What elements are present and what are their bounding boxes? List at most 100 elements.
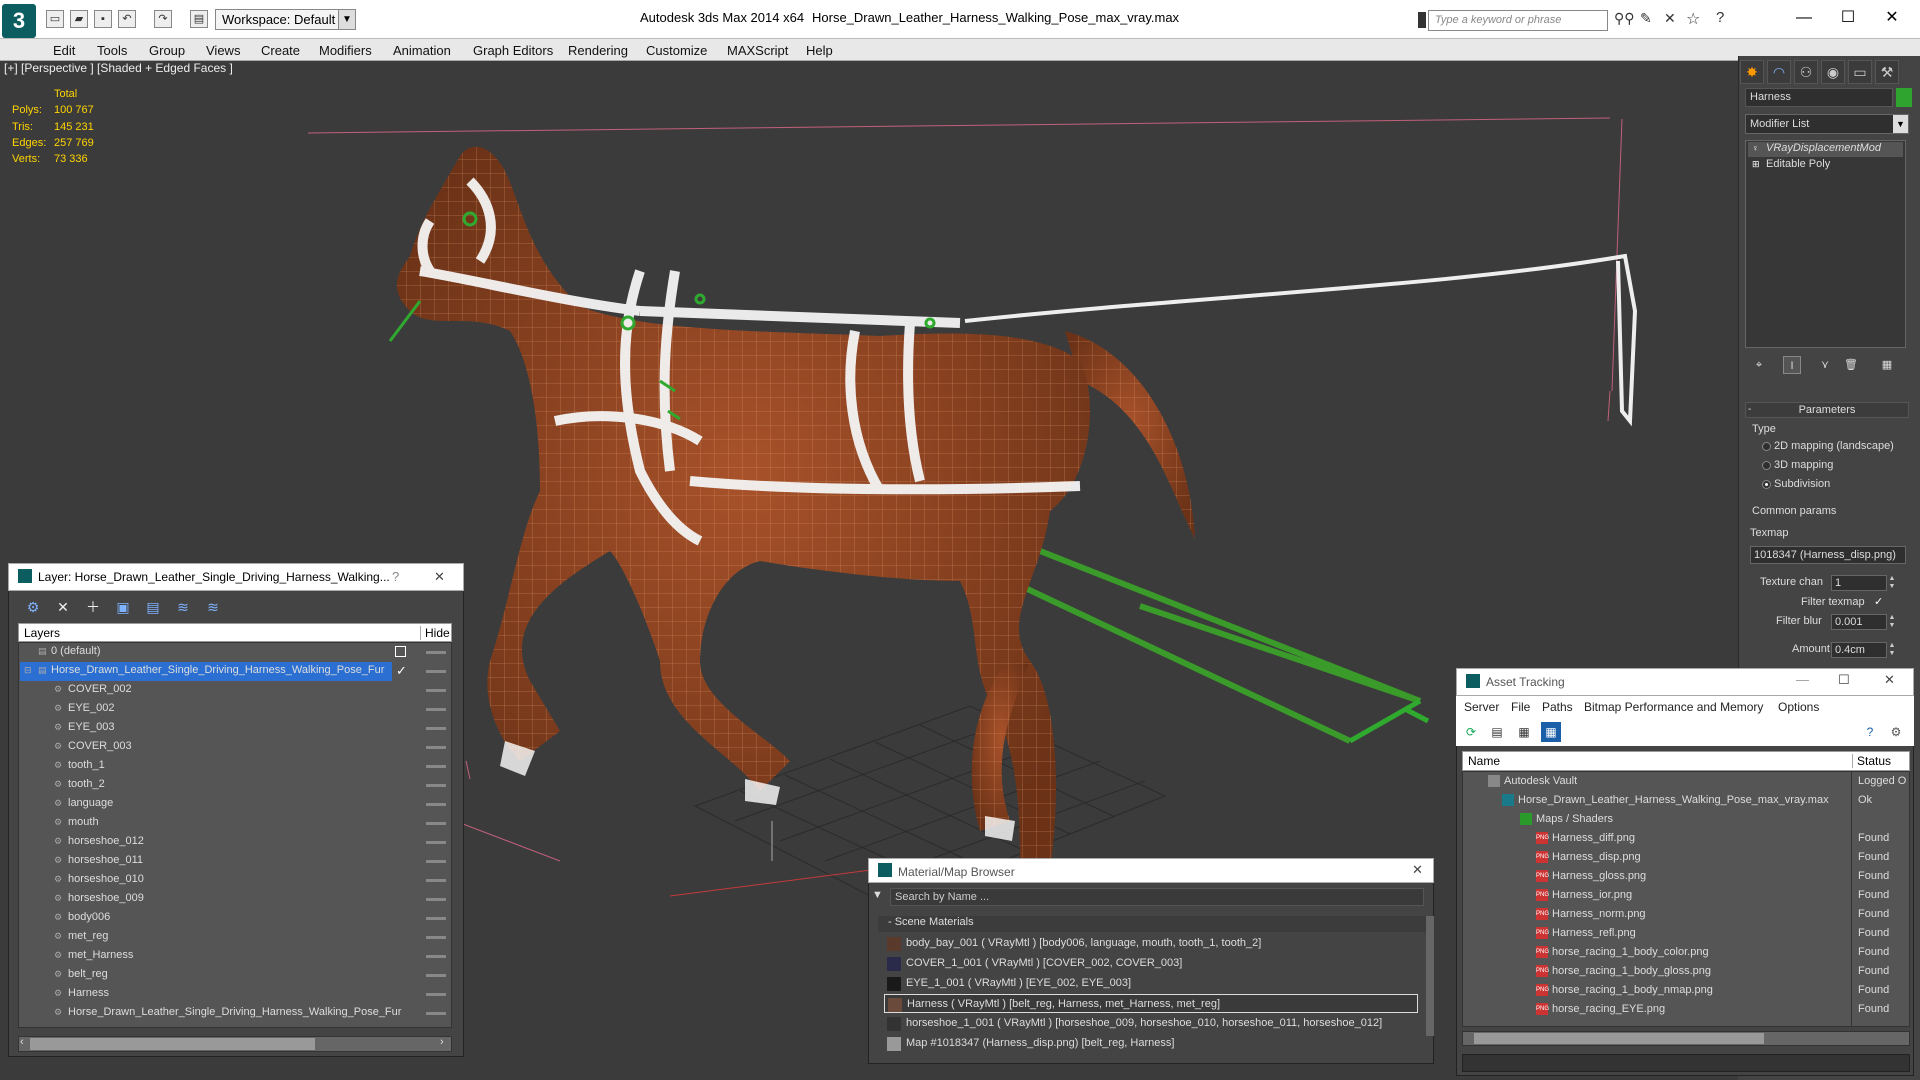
hierarchy-tab-icon[interactable]: ⚇ — [1794, 60, 1818, 84]
filter-blur-field[interactable]: 0.001 — [1831, 614, 1887, 630]
asset-menu-server[interactable]: Server — [1464, 700, 1499, 714]
workspace-select[interactable]: Workspace: Default — [215, 9, 355, 30]
parameters-rollout[interactable]: Parameters — [1745, 402, 1909, 418]
show-end-result-icon[interactable]: I — [1783, 356, 1801, 374]
stack-item-vraydisplacementmod[interactable]: VRayDisplacementMod — [1748, 142, 1903, 157]
asset-name-column[interactable]: Name — [1468, 754, 1500, 768]
hide-toggle[interactable]: ▬▬ — [426, 836, 446, 847]
layer-object-row[interactable]: ⚙ COVER_003 ▬▬ — [20, 738, 450, 757]
material-scrollbar[interactable] — [1426, 916, 1434, 1036]
layer-object-row[interactable]: ⚙ met_Harness ▬▬ — [20, 947, 450, 966]
chevron-down-icon[interactable]: ▼ — [338, 9, 356, 30]
asset-menu-options[interactable]: Options — [1778, 700, 1819, 714]
object-name-field[interactable]: Harness — [1745, 88, 1893, 107]
layer-object-row[interactable]: ⚙ mouth ▬▬ — [20, 814, 450, 833]
menu-group[interactable]: Group — [149, 43, 185, 58]
scrollbar-thumb[interactable] — [30, 1038, 315, 1050]
layer-object-row[interactable]: ⚙ met_reg ▬▬ — [20, 928, 450, 947]
asset-row-vault[interactable]: Autodesk Vault Logged O — [1464, 772, 1908, 791]
object-color-swatch[interactable] — [1896, 88, 1912, 107]
material-row[interactable]: body_bay_001 ( VRayMtl ) [body006, langu… — [884, 934, 1418, 953]
chevron-down-icon[interactable]: ▼ — [1893, 115, 1908, 133]
hide-toggle[interactable]: ▬▬ — [426, 703, 446, 714]
configure-modifier-sets-icon[interactable]: ▦ — [1878, 356, 1896, 374]
hide-toggle[interactable]: ▬▬ — [426, 665, 446, 676]
material-row[interactable]: COVER_1_001 ( VRayMtl ) [COVER_002, COVE… — [884, 954, 1418, 973]
maximize-icon[interactable]: ☐ — [1838, 672, 1850, 688]
menu-maxscript[interactable]: MAXScript — [727, 43, 788, 58]
menu-customize[interactable]: Customize — [646, 43, 707, 58]
layer-object-row[interactable]: ⚙ Harness ▬▬ — [20, 985, 450, 1004]
hide-toggle[interactable]: ▬▬ — [426, 684, 446, 695]
material-row[interactable]: EYE_1_001 ( VRayMtl ) [EYE_002, EYE_003] — [884, 974, 1418, 993]
radio-subdivision[interactable] — [1762, 480, 1771, 489]
project-folder-icon[interactable]: ▤ — [190, 10, 208, 28]
hide-toggle[interactable]: ▬▬ — [426, 931, 446, 942]
texmap-button[interactable]: 1018347 (Harness_disp.png) — [1750, 546, 1906, 564]
radio-3d-mapping-label[interactable]: 3D mapping — [1774, 459, 1833, 471]
layer-object-row[interactable]: ⚙ language ▬▬ — [20, 795, 450, 814]
layer-object-row[interactable]: ⚙ belt_reg ▬▬ — [20, 966, 450, 985]
help-icon[interactable]: ? — [1860, 722, 1880, 742]
subscription-key-icon[interactable]: ✎ — [1640, 10, 1652, 27]
modify-tab-icon[interactable]: ◠ — [1767, 60, 1791, 84]
menu-graph-editors[interactable]: Graph Editors — [473, 43, 553, 58]
asset-row-file[interactable]: PNG Harness_gloss.png Found — [1464, 867, 1908, 886]
radio-subdivision-label[interactable]: Subdivision — [1774, 478, 1830, 490]
close-icon[interactable]: ✕ — [1884, 672, 1895, 688]
material-search-input[interactable]: Search by Name ... — [890, 888, 1424, 906]
asset-status-column[interactable]: Status — [1852, 754, 1891, 768]
infocenter-search-input[interactable]: Type a keyword or phrase — [1428, 10, 1608, 31]
radio-3d-mapping[interactable] — [1762, 461, 1771, 470]
layer-object-row[interactable]: ⚙ Horse_Drawn_Leather_Single_Driving_Harn… — [20, 1004, 450, 1023]
amount-spinner[interactable]: ▲ ▼ — [1888, 642, 1896, 658]
current-layer-check-icon[interactable]: ✓ — [396, 663, 407, 679]
utilities-tab-icon[interactable]: ⚒ — [1875, 60, 1899, 84]
asset-row-file[interactable]: PNG Harness_norm.png Found — [1464, 905, 1908, 924]
modifier-list-select[interactable]: Modifier List — [1745, 114, 1909, 134]
lightbulb-icon[interactable]: ♀ — [1752, 143, 1759, 153]
layer-object-row[interactable]: ⚙ EYE_002 ▬▬ — [20, 700, 450, 719]
layer-object-row[interactable]: ⚙ COVER_002 ▬▬ — [20, 681, 450, 700]
radio-2d-mapping-label[interactable]: 2D mapping (landscape) — [1774, 440, 1894, 452]
new-file-icon[interactable]: ▭ — [46, 10, 64, 28]
hide-toggle[interactable]: ▬▬ — [426, 912, 446, 923]
hide-toggle[interactable]: ▬▬ — [426, 893, 446, 904]
settings-icon[interactable]: ⚙ — [1886, 722, 1906, 742]
delete-layer-icon[interactable]: ✕ — [52, 596, 74, 618]
help-icon[interactable]: ? — [392, 569, 399, 584]
layer-settings-icon[interactable]: ⚙ — [22, 596, 44, 618]
asset-row-file[interactable]: PNG Harness_ior.png Found — [1464, 886, 1908, 905]
layer-object-row[interactable]: ⚙ horseshoe_011 ▬▬ — [20, 852, 450, 871]
menu-modifiers[interactable]: Modifiers — [319, 43, 372, 58]
asset-row-maps-shaders[interactable]: Maps / Shaders — [1464, 810, 1908, 829]
menu-create[interactable]: Create — [261, 43, 300, 58]
hide-toggle[interactable]: ▬▬ — [426, 722, 446, 733]
hide-toggle[interactable]: ▬▬ — [426, 969, 446, 980]
display-tab-icon[interactable]: ▭ — [1848, 60, 1872, 84]
add-selected-to-layer-icon[interactable]: ▣ — [112, 596, 134, 618]
scroll-left-icon[interactable]: ‹ — [20, 1036, 24, 1048]
save-icon[interactable]: ▪ — [94, 10, 112, 28]
amount-field[interactable]: 0.4cm — [1831, 642, 1887, 658]
hide-toggle[interactable]: ▬▬ — [426, 855, 446, 866]
undo-icon[interactable]: ↶ — [118, 10, 136, 28]
hide-toggle[interactable]: ▬▬ — [426, 950, 446, 961]
layer-object-row[interactable]: ⚙ tooth_1 ▬▬ — [20, 757, 450, 776]
asset-row-file[interactable]: PNG Harness_disp.png Found — [1464, 848, 1908, 867]
menu-tools[interactable]: Tools — [97, 43, 127, 58]
layers-column-label[interactable]: Layers — [24, 626, 60, 640]
table-view-icon[interactable]: ▦ — [1541, 722, 1561, 742]
layer-row-default[interactable]: ▤ 0 (default) ▬▬ — [20, 643, 450, 662]
menu-help[interactable]: Help — [806, 43, 833, 58]
hide-toggle[interactable]: ▬▬ — [426, 741, 446, 752]
detail-view-icon[interactable]: ▦ — [1514, 722, 1534, 742]
favorites-star-icon[interactable]: ☆ — [1686, 9, 1700, 29]
close-icon[interactable]: ✕ — [1872, 6, 1912, 30]
asset-row-file[interactable]: PNG horse_racing_1_body_nmap.png Found — [1464, 981, 1908, 1000]
hide-toggle[interactable]: ▬▬ — [426, 1007, 446, 1018]
rollout-collapse-icon[interactable]: - — [1748, 404, 1751, 415]
asset-row-file[interactable]: PNG horse_racing_1_body_gloss.png Found — [1464, 962, 1908, 981]
select-in-layer-icon[interactable]: ▤ — [142, 596, 164, 618]
scrollbar-thumb[interactable] — [1474, 1033, 1764, 1044]
